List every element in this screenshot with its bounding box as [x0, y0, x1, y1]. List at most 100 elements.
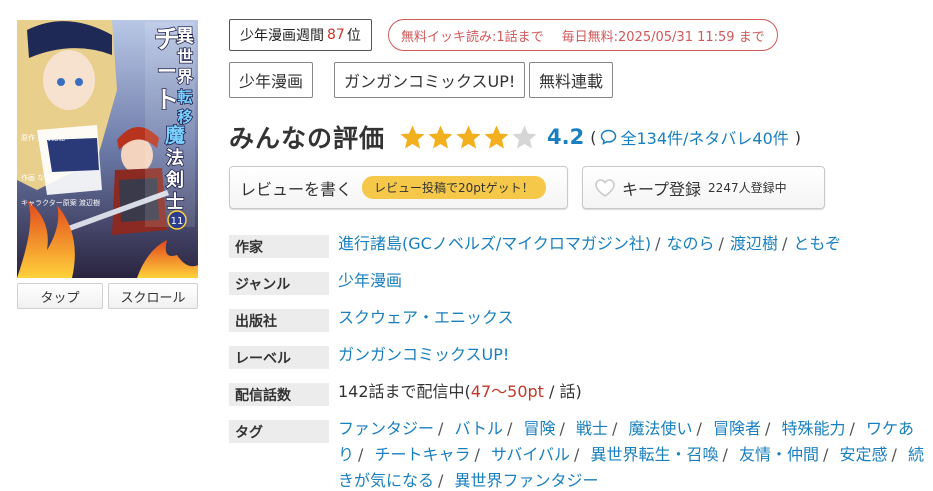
author-link[interactable]: なのら [667, 234, 715, 253]
tag-link[interactable]: 友情・仲間 [739, 445, 819, 464]
genre-link[interactable]: 少年漫画 [338, 271, 402, 290]
tag-link[interactable]: サバイバル [491, 445, 570, 464]
cover-credit: 作画 なのら [21, 173, 58, 182]
episodes-label: 配信話数 [229, 383, 329, 406]
genre-row: ジャンル 少年漫画 [229, 268, 929, 295]
tag-link[interactable]: バトル [455, 419, 503, 438]
cover-title-big: ー [157, 59, 177, 83]
star-icon [484, 125, 509, 148]
cover-title-char: 界 [177, 67, 193, 86]
open-paren: ( [590, 127, 597, 147]
star-icon [456, 125, 481, 148]
tag-link[interactable]: チートキャラ [375, 445, 471, 464]
author-link[interactable]: ともぞ [793, 234, 841, 253]
all-reviews-link[interactable]: 全134件 [620, 125, 683, 149]
tag-separator: / [358, 445, 364, 464]
cover-volume: 11 [171, 216, 184, 227]
rating-score: 4.2 [547, 125, 585, 149]
publisher-row: 出版社 スクウェア・エニックス [229, 305, 929, 332]
write-review-button[interactable]: レビューを書く レビュー投稿で20ptゲット！ [229, 166, 568, 209]
tag-separator: / [696, 419, 702, 438]
tag-list: ファンタジー / バトル / 冒険 / 戦士 / 魔法使い / 冒険者 / 特殊能力 / ワケ… [338, 416, 928, 491]
tag-link[interactable]: ファンタジー [338, 419, 434, 438]
comment-bubble-icon [601, 129, 617, 145]
category-tag-label[interactable]: ガンガンコミックスUP! [334, 62, 526, 98]
label-label: レーベル [229, 346, 329, 369]
tag-separator: / [764, 419, 771, 438]
spoiler-reviews-link[interactable]: /ネタバレ40件 [683, 125, 789, 149]
tag-separator: / [574, 445, 580, 464]
category-tag-shonen[interactable]: 少年漫画 [229, 62, 314, 98]
tags-row: タグ ファンタジー / バトル / 冒険 / 戦士 / 魔法使い / 冒険者 / 特殊能力 /… [229, 416, 929, 491]
episodes-price: 47〜50pt [470, 382, 544, 401]
close-paren: ) [794, 127, 802, 147]
work-info-table: 作家 進行諸島(GCノベルズ/マイクロマガジン社) / なのら / 渡辺樹 / ともぞ ジャ… [229, 231, 929, 491]
daily-free-text: 毎日無料:2025/05/31 11:59 まで [561, 29, 765, 45]
keep-register-label: キープ登録 [622, 179, 702, 199]
tag-separator: / [438, 471, 444, 490]
label-link[interactable]: ガンガンコミックスUP! [338, 345, 509, 364]
cover-credit: キャラクター原案 渡辺樹 [21, 198, 100, 207]
tag-link[interactable]: 冒険者 [713, 419, 761, 438]
cover-title-big: チ [154, 25, 180, 55]
publisher-label: 出版社 [229, 309, 329, 332]
cover-title-char: 転 [177, 88, 192, 106]
heart-icon [595, 178, 615, 197]
author-row: 作家 進行諸島(GCノベルズ/マイクロマガジン社) / なのら / 渡辺樹 / ともぞ [229, 231, 929, 258]
tag-separator: / [438, 419, 444, 438]
tag-link[interactable]: 安定感 [840, 445, 888, 464]
ranking-label: 少年漫画週間 [240, 28, 324, 44]
tag-link[interactable]: 特殊能力 [781, 419, 845, 438]
review-promo-badge: レビュー投稿で20ptゲット！ [362, 176, 546, 199]
tag-separator: / [506, 419, 513, 438]
tag-separator: / [722, 445, 728, 464]
rating-section: みんなの評価 4.2 ( 全134件 /ネタバレ40件 ) [229, 117, 801, 157]
author-link[interactable]: 進行諸島(GCノベルズ/マイクロマガジン社) [338, 234, 651, 253]
scroll-view-button[interactable]: スクロール [108, 283, 198, 309]
category-tag-free-serial[interactable]: 無料連載 [529, 62, 614, 98]
cover-art: 異 世 界 転 移 チ ー ト 魔 法 剣 士 11 原作 進行諸島 作画 なの… [17, 20, 198, 278]
episodes-row: 配信話数 142話まで配信中(47〜50pt / 話) [229, 379, 929, 406]
ranking-number: 87 [327, 27, 345, 43]
keep-count: 2247人登録中 [708, 181, 787, 195]
author-list: 進行諸島(GCノベルズ/マイクロマガジン社) / なのら / 渡辺樹 / ともぞ [338, 234, 842, 253]
tag-separator: / [611, 419, 618, 438]
tag-separator: / [891, 445, 897, 464]
free-ikki-text: 無料イッキ読み:1話まで [401, 29, 544, 45]
review-counts: ( 全134件 /ネタバレ40件 ) [590, 125, 801, 149]
tag-link[interactable]: 異世界ファンタジー [455, 471, 599, 490]
tag-separator: / [559, 419, 565, 438]
ranking-suffix: 位 [346, 28, 361, 44]
episodes-prefix: 142話まで配信中( [338, 382, 471, 401]
publisher-link[interactable]: スクウェア・エニックス [338, 308, 514, 327]
tap-view-button[interactable]: タップ [17, 283, 103, 309]
star-icon [428, 125, 453, 148]
tag-separator: / [849, 419, 855, 438]
ranking-badge[interactable]: 少年漫画週間 87 位 [229, 19, 372, 51]
episodes-value: 142話まで配信中(47〜50pt / 話) [338, 379, 582, 405]
tag-link[interactable]: 異世界転生・召喚 [591, 445, 719, 464]
tags-label: タグ [229, 420, 329, 443]
free-reading-badge: 無料イッキ読み:1話まで 毎日無料:2025/05/31 11:59 まで [388, 19, 778, 51]
tag-link[interactable]: 冒険 [523, 419, 555, 438]
genre-label: ジャンル [229, 272, 329, 295]
tag-separator: / [823, 445, 829, 464]
cover-credit: 原作 進行諸島 [21, 133, 65, 142]
rating-title: みんなの評価 [229, 124, 386, 153]
cover-title-mid: 士 [166, 192, 184, 213]
tag-separator: / [474, 445, 480, 464]
tag-link[interactable]: 戦士 [576, 419, 608, 438]
cover-image[interactable]: 異 世 界 転 移 チ ー ト 魔 法 剣 士 11 原作 進行諸島 作画 なの… [17, 20, 198, 278]
star-rating [399, 124, 539, 151]
star-icon [512, 125, 537, 148]
author-label: 作家 [229, 235, 329, 258]
cover-title-mid: 魔 [165, 123, 185, 147]
episodes-suffix: / 話) [543, 382, 582, 401]
cover-title-mid: 法 [166, 147, 184, 169]
cover-title-mid: 剣 [165, 170, 184, 191]
star-icon [400, 125, 425, 148]
author-link[interactable]: 渡辺樹 [730, 234, 778, 253]
tag-link[interactable]: 魔法使い [628, 419, 692, 438]
keep-register-button[interactable]: キープ登録 2247人登録中 [582, 166, 825, 209]
cover-title-big: ト [155, 86, 179, 114]
